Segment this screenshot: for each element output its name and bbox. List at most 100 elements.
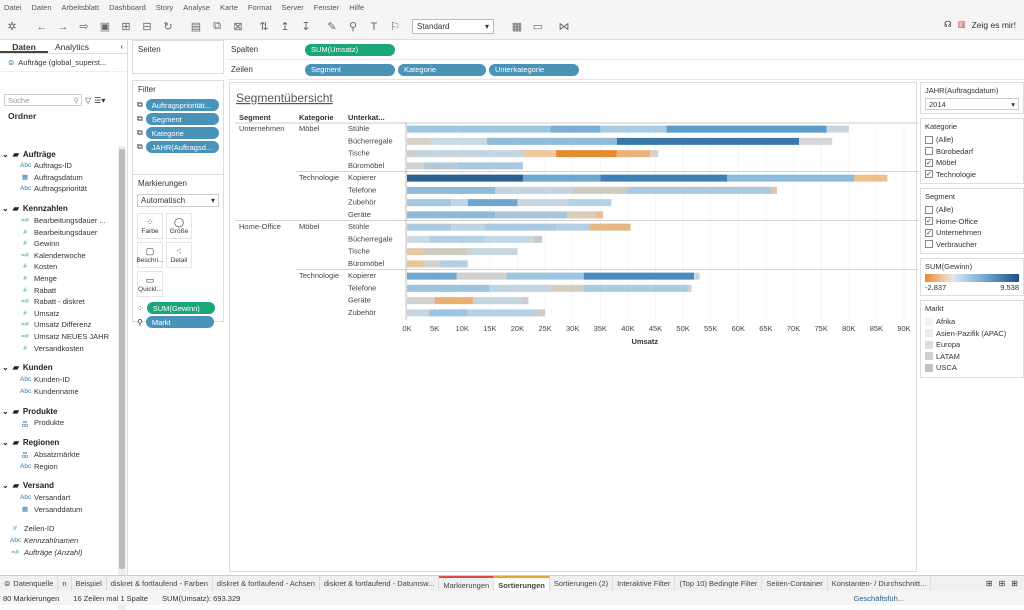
field-item[interactable]: Abc Versandart (0, 492, 118, 504)
markt-legend-item[interactable]: USCA (925, 362, 1019, 374)
field-item[interactable]: # Rabatt (0, 284, 118, 296)
datasource[interactable]: ⊜ Aufträge (global_superst... (0, 54, 127, 72)
datasource-tab[interactable]: ⊜ Datenquelle (0, 575, 59, 592)
mark-button[interactable]: ⁖ Detail (166, 242, 192, 268)
year-select[interactable]: 2014 ▾ (925, 98, 1019, 110)
gewinn-gradient[interactable] (925, 274, 1019, 282)
menu-item-1[interactable]: Daten (32, 3, 52, 12)
sheet-tab[interactable]: Markierungen (439, 575, 495, 592)
fit-select[interactable]: Standard ▾ (412, 19, 494, 34)
refresh-icon[interactable]: ↻ (159, 18, 177, 36)
collapse-icon[interactable]: ‹ (120, 40, 127, 53)
menu-item-3[interactable]: Dashboard (109, 3, 146, 12)
mark-pill[interactable]: SUM(Gewinn) (146, 302, 215, 314)
mark-pill[interactable]: Markt (145, 316, 214, 328)
sheet-tab[interactable]: Interaktive Filter (613, 575, 676, 592)
redo-icon[interactable]: ⇨ (75, 18, 93, 36)
checkbox-unchecked[interactable] (925, 147, 933, 156)
field-item[interactable]: =# Umsatz NEUES JAHR (0, 331, 118, 343)
markt-legend-item[interactable]: LATAM (925, 351, 1019, 363)
new-worksheet-icon[interactable]: ⊞ (986, 579, 993, 588)
sheet-tab[interactable]: diskret & fortlaufend - Achsen (213, 575, 320, 592)
field-item[interactable]: # Menge (0, 273, 118, 285)
field-item[interactable]: =# Umsatz Differenz (0, 319, 118, 331)
field-item[interactable]: =# Kalenderwoche (0, 250, 118, 262)
field-item[interactable]: Abc Region (0, 460, 118, 472)
labels-icon[interactable]: T (365, 18, 383, 36)
checkbox-unchecked[interactable] (925, 135, 933, 144)
filter-pill[interactable]: Segment (145, 113, 219, 125)
forward-icon[interactable]: → (54, 18, 72, 36)
field-item[interactable]: 品 Produkte (0, 417, 118, 429)
field-item[interactable]: Abc Auftrags-ID (0, 160, 118, 172)
filter-option[interactable]: (Alle) (925, 134, 1019, 146)
field-item[interactable]: # Gewinn (0, 238, 118, 250)
sheet-tab[interactable]: n (58, 575, 72, 592)
field-item[interactable]: =# Aufträge (Anzahl) (0, 546, 118, 558)
field-item[interactable]: # Bearbeitungsdauer (0, 226, 118, 238)
show-cards-icon[interactable]: ▦ (508, 18, 526, 36)
share-icon[interactable]: ⋈ (555, 18, 573, 36)
checkbox-checked[interactable]: ✓ (925, 158, 933, 167)
group-icon[interactable]: ⚲ (344, 18, 362, 36)
menu-item-4[interactable]: Story (156, 3, 174, 12)
pages-card[interactable]: Seiten (132, 40, 224, 74)
rows-pill[interactable]: Unterkategorie (489, 63, 579, 76)
search-input[interactable]: Suche ⚲ (4, 94, 82, 106)
menu-item-9[interactable]: Fenster (314, 3, 339, 12)
menu-item-0[interactable]: Datei (4, 3, 22, 12)
new-sheet-icon[interactable]: ▤ (187, 18, 205, 36)
filter-option[interactable]: Bürobedarf (925, 146, 1019, 158)
field-item[interactable]: # Versandkosten (0, 342, 118, 354)
field-group[interactable]: ⌄ ▰ Regionen (0, 437, 118, 449)
filter-pill[interactable]: Kategorie (145, 127, 219, 139)
sheet-tab[interactable]: diskret & fortlaufend - Datumsw... (320, 575, 440, 592)
columns-pill[interactable]: SUM(Umsatz) (305, 43, 395, 56)
tab-analytics[interactable]: Analytics (48, 40, 96, 53)
new-story-icon[interactable]: ⊞ (1011, 579, 1018, 588)
menu-item-10[interactable]: Hilfe (349, 3, 364, 12)
presentation-icon[interactable]: ▭ (529, 18, 547, 36)
pin-icon[interactable]: ⚐ (386, 18, 404, 36)
filter-option[interactable]: ✓ Home-Office (925, 216, 1019, 228)
mark-button[interactable]: ▭ QuickI... (137, 271, 163, 297)
scroll-thumb[interactable] (119, 149, 125, 569)
field-item[interactable]: =# Rabatt - diskret (0, 296, 118, 308)
filter-option[interactable]: Verbraucher (925, 239, 1019, 251)
field-group[interactable]: ⌄ ▰ Kunden (0, 362, 118, 374)
field-item[interactable]: =# Bearbeitungsdauer ... (0, 215, 118, 227)
field-item[interactable]: # Umsatz (0, 308, 118, 320)
markt-legend-item[interactable]: Europa (925, 339, 1019, 351)
clear-sheet-icon[interactable]: ⊠ (229, 18, 247, 36)
field-item[interactable]: Abc Auftragspriorität (0, 183, 118, 195)
sheet-tab[interactable]: Seiten-Container (762, 575, 828, 592)
field-group[interactable]: ⌄ ▰ Versand (0, 480, 118, 492)
menu-item-5[interactable]: Analyse (183, 3, 210, 12)
sheet-tab[interactable]: (Top 10) Bedingte Filter (675, 575, 763, 592)
sort-ascending-icon[interactable]: ↥ (276, 18, 294, 36)
rows-pill[interactable]: Segment (305, 63, 395, 76)
menu-item-8[interactable]: Server (282, 3, 304, 12)
markt-legend-item[interactable]: Asien-Pazifik (APAC) (925, 328, 1019, 340)
sheet-tab[interactable]: Sortierungen (2) (550, 575, 614, 592)
menu-item-2[interactable]: Arbeitsblatt (62, 3, 100, 12)
filter-option[interactable]: ✓ Technologie (925, 169, 1019, 181)
field-item[interactable]: ▦ Versanddatum (0, 503, 118, 515)
filter-pill[interactable]: Auftragspriorität... (145, 99, 219, 111)
show-me-button[interactable]: ☊ ▥ Zeig es mir! (944, 19, 1016, 30)
save-icon[interactable]: ▣ (96, 18, 114, 36)
field-group[interactable]: ⌄ ▰ Kennzahlen (0, 203, 118, 215)
mark-button[interactable]: ⁘ Farbe (137, 213, 163, 239)
mark-button[interactable]: ◯ Größe (166, 213, 192, 239)
rows-shelf[interactable]: Zeilen Segment Kategorie Unterkategorie (227, 60, 1024, 80)
field-item[interactable]: 品 Absatzmärkte (0, 449, 118, 461)
field-item[interactable]: # Kosten (0, 261, 118, 273)
checkbox-checked[interactable]: ✓ (925, 170, 933, 179)
field-item[interactable]: Abc Kunden-ID (0, 374, 118, 386)
pause-icon[interactable]: ⊟ (138, 18, 156, 36)
mark-type-select[interactable]: Automatisch ▾ (137, 194, 219, 207)
checkbox-checked[interactable]: ✓ (925, 217, 933, 226)
field-item[interactable]: # Zeilen-ID (0, 523, 118, 535)
menu-item-7[interactable]: Format (248, 3, 272, 12)
menu-item-6[interactable]: Karte (220, 3, 238, 12)
